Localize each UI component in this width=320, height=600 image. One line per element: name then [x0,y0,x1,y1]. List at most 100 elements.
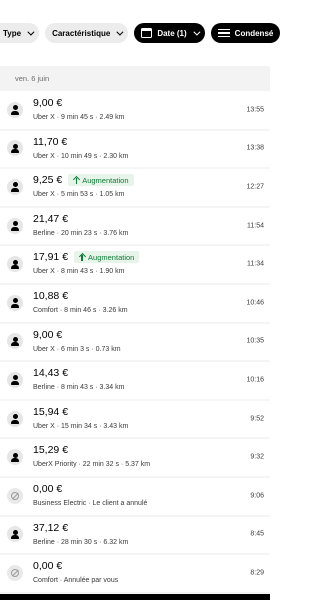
trip-detail: Uber X · 5 min 53 s · 1.05 km [33,191,125,199]
trip-time: 12:27 [246,183,264,191]
trip-amount: 11,70 € [33,135,68,148]
trip-amount-line: 14,43 € [33,367,68,379]
trip-row[interactable]: 17,91 € Augmentation Uber X · 8 min 43 s ·… [0,245,270,285]
trip-detail: Berline · 8 min 43 s · 3.34 km [33,384,125,392]
trip-detail: Uber X · 15 min 34 s · 3.43 km [33,422,129,430]
person-icon [7,449,23,466]
cancelled-icon [7,487,23,504]
bottom-bar [0,594,270,600]
trip-amount: 15,29 € [33,444,69,457]
trip-amount-line: 9,00 € [33,97,62,109]
trip-row[interactable]: 0,00 € Comfort · Annulée par vous 8:29 [0,554,270,594]
trip-amount: 17,91 € [33,251,69,264]
feature-filter-label: Caractéristique [52,28,111,38]
trip-detail: Uber X · 9 min 45 s · 2.49 km [33,114,125,121]
filter-bar: Type Caractéristique Date (1) Condensé [0,0,281,66]
trip-amount: 9,00 € [33,97,63,109]
surge-badge-label: Augmentation [88,252,135,262]
person-icon [7,294,23,311]
trip-detail: Business Electric · Le client a annulé [33,499,148,507]
trip-time: 10:16 [246,376,264,384]
trip-row[interactable]: 10,88 € Comfort · 8 min 46 s · 3.26 km 10:… [0,284,270,324]
person-icon [7,371,23,388]
trip-time: 10:35 [246,337,264,345]
trip-amount: 10,88 € [33,289,69,302]
trip-amount-line: 10,88 € [33,290,68,302]
condensed-view-chip[interactable]: Condensé [210,23,281,43]
trip-row[interactable]: 15,94 € Uber X · 15 min 34 s · 3.43 km 9:5… [0,400,270,439]
chevron-down-icon [193,28,201,36]
trip-detail: Uber X · 10 min 49 s · 2.30 km [33,152,129,160]
trip-time: 9:52 [250,415,264,423]
trip-amount: 9,00 € [33,328,63,341]
trip-row[interactable]: 37,12 € Berline · 28 min 30 s · 6.32 km 8:… [0,516,270,555]
arrow-up-icon [73,176,79,185]
calendar-icon [141,28,153,38]
person-icon [7,178,23,195]
date-section-label: ven. 6 juin [15,74,50,83]
trip-time: 11:34 [247,260,264,268]
trip-time: 13:38 [246,144,264,152]
person-icon [7,256,23,273]
trip-amount-line: 37,12 € [33,522,68,534]
trip-row[interactable]: 21,47 € Berline · 20 min 23 s · 3.76 km 11… [0,207,270,246]
trip-amount-line: 15,29 € [33,444,68,456]
trip-detail: Uber X · 6 min 3 s · 0.73 km [33,345,121,353]
trip-time: 13:55 [246,106,264,114]
trip-row[interactable]: 15,29 € UberX Priority · 22 min 32 s · 5.… [0,438,270,478]
date-filter-chip[interactable]: Date (1) [134,23,205,43]
person-icon [7,217,23,234]
surge-badge: Augmentation [74,251,140,264]
date-filter-label: Date (1) [157,28,187,38]
trip-detail: Comfort · 8 min 46 s · 3.26 km [33,306,128,314]
trip-amount-line: 9,25 € Augmentation [33,174,134,187]
trip-row[interactable]: 9,25 € Augmentation Uber X · 5 min 53 s · … [0,168,270,208]
trip-time: 10:46 [246,299,264,307]
trip-amount-line: 9,00 € [33,329,62,341]
trip-row[interactable]: 14,43 € Berline · 8 min 43 s · 3.34 km 10:… [0,361,270,401]
trip-detail: Berline · 28 min 30 s · 6.32 km [33,538,129,546]
trip-amount: 15,94 € [33,405,69,418]
trip-detail: Uber X · 8 min 43 s · 1.90 km [33,268,125,276]
trip-detail: Comfort · Annulée par vous [33,577,119,585]
person-icon [7,410,23,427]
person-icon [7,526,23,543]
trip-row[interactable]: 0,00 € Business Electric · Le client a an… [0,477,270,517]
person-icon [7,140,23,157]
date-section-header: ven. 6 juin [0,66,270,91]
type-filter-label: Type [3,28,22,38]
trip-time: 11:54 [247,222,264,230]
trip-time: 8:45 [250,530,264,538]
chevron-down-icon [116,28,124,36]
trip-amount-line: 0,00 € [33,483,62,495]
trip-amount: 0,00 € [33,560,63,573]
trip-amount: 37,12 € [33,521,69,534]
trip-detail: Berline · 20 min 23 s · 3.76 km [33,229,129,237]
trip-time: 8:29 [250,569,264,577]
person-icon [7,333,23,350]
trip-list: 9,00 € Uber X · 9 min 45 s · 2.49 km 13:55… [0,91,270,594]
arrow-up-icon [79,253,85,262]
trip-amount-line: 0,00 € [33,560,62,572]
surge-badge-label: Augmentation [82,175,129,185]
trip-amount-line: 15,94 € [33,406,68,418]
trip-row[interactable]: 11,70 € Uber X · 10 min 49 s · 2.30 km 13:… [0,130,270,169]
trip-amount: 14,43 € [33,367,69,380]
trip-amount: 0,00 € [33,482,63,495]
person-icon [7,101,23,118]
trip-row[interactable]: 9,00 € Uber X · 6 min 3 s · 0.73 km 10:35 [0,323,270,362]
list-icon [217,28,230,38]
condensed-view-label: Condensé [234,28,274,38]
chevron-down-icon [27,28,35,36]
trip-amount: 21,47 € [33,212,69,225]
trip-detail: UberX Priority · 22 min 32 s · 5.37 km [33,461,151,469]
trip-time: 9:32 [250,453,264,461]
type-filter-chip[interactable]: Type [0,23,40,43]
trip-amount-line: 17,91 € Augmentation [33,251,140,264]
trip-time: 9:06 [250,492,264,500]
trip-row[interactable]: 9,00 € Uber X · 9 min 45 s · 2.49 km 13:55 [0,91,270,131]
trip-amount: 9,25 € [33,174,63,187]
cancelled-icon [7,564,23,581]
trip-amount-line: 21,47 € [33,213,68,225]
feature-filter-chip[interactable]: Caractéristique [45,23,129,43]
